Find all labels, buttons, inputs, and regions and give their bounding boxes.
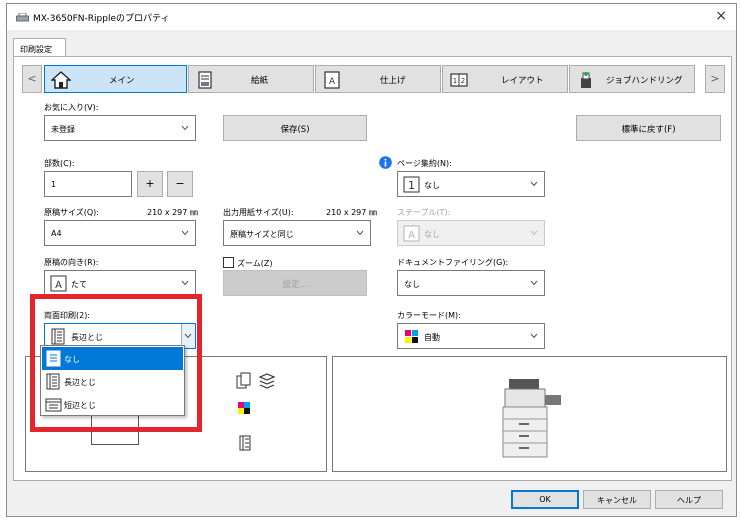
binding-icon [239, 435, 251, 451]
tab-paper-source[interactable]: 給紙 [188, 65, 314, 93]
output-size-select[interactable]: 原稿サイズと同じ [223, 220, 371, 246]
paper-tray-icon [198, 71, 212, 89]
color-auto-icon [405, 330, 418, 343]
zoom-checkbox[interactable] [223, 257, 234, 268]
chevron-down-icon [530, 230, 538, 236]
document-filing-label: ドキュメントファイリング(G): [397, 258, 509, 267]
close-button[interactable]: × [715, 8, 727, 24]
info-icon[interactable] [379, 156, 392, 169]
pages-per-sheet-select[interactable]: 1 なし [397, 171, 545, 197]
staple-icon: A [403, 225, 420, 242]
document-filing-select[interactable]: なし [397, 270, 545, 296]
toolbar-next-button[interactable]: > [705, 65, 725, 93]
svg-text:1: 1 [408, 179, 415, 192]
orientation-label: 原稿の向き(R): [44, 258, 99, 267]
zoom-label: ズーム(Z) [237, 259, 273, 268]
staple-select: A なし [397, 220, 545, 246]
tab-print-settings[interactable]: 印刷設定 [13, 38, 66, 57]
color-mode-select[interactable]: 自動 [397, 323, 545, 349]
chevron-down-icon [181, 230, 189, 236]
output-size-label: 出力用紙サイズ(U): [223, 208, 294, 217]
svg-text:2: 2 [461, 77, 465, 85]
color-mode-label: カラーモード(M): [397, 311, 461, 320]
toolbar-prev-button[interactable]: < [22, 65, 42, 93]
tab-job-handling[interactable]: ジョブハンドリング [569, 65, 695, 93]
favorites-select[interactable]: 未登録 [44, 115, 196, 141]
finishing-icon: A [324, 71, 340, 89]
original-size-dims: 210 x 297 ㎜ [147, 208, 198, 217]
job-handling-icon [581, 72, 591, 88]
original-size-select[interactable]: A4 [44, 220, 196, 246]
favorites-label: お気に入り(V): [44, 103, 99, 112]
color-icon [238, 402, 250, 414]
window-title: MX-3650FN-Rippleのプロパティ [33, 14, 170, 24]
properties-dialog: MX-3650FN-Rippleのプロパティ × 印刷設定 < メイン 給紙 A… [6, 3, 737, 517]
printer-icon [16, 13, 29, 22]
chevron-down-icon [356, 230, 364, 236]
home-icon [51, 71, 71, 89]
copies-input[interactable]: 1 [44, 171, 132, 197]
copies-label: 部数(C): [44, 159, 75, 168]
pages-per-sheet-label: ページ集約(N): [397, 159, 452, 168]
title-bar: MX-3650FN-Rippleのプロパティ × [7, 4, 736, 30]
copies-increment-button[interactable]: + [137, 171, 163, 197]
chevron-down-icon [530, 181, 538, 187]
printer-illustration [502, 379, 561, 458]
layout-icon: 1 2 [450, 73, 468, 87]
chevron-down-icon [530, 280, 538, 286]
save-button[interactable]: 保存(S) [223, 115, 367, 141]
staple-label: ステープル(T): [397, 208, 451, 217]
highlight-box [30, 294, 202, 432]
svg-text:A: A [55, 280, 62, 291]
help-button[interactable]: ヘルプ [655, 490, 723, 509]
svg-text:A: A [408, 230, 415, 241]
svg-text:A: A [329, 77, 336, 87]
svg-text:1: 1 [453, 77, 457, 85]
cancel-button[interactable]: キャンセル [583, 490, 651, 509]
output-size-dims: 210 x 297 ㎜ [326, 208, 377, 217]
zoom-settings-button: 設定... [223, 270, 367, 296]
copy-layers-icon [236, 372, 275, 389]
original-size-label: 原稿サイズ(Q): [44, 208, 99, 217]
portrait-icon: A [50, 275, 67, 292]
orientation-select[interactable]: A たて [44, 270, 196, 296]
tab-layout[interactable]: 1 2 レイアウト [442, 65, 568, 93]
copies-decrement-button[interactable]: − [167, 171, 193, 197]
reset-defaults-button[interactable]: 標準に戻す(F) [576, 115, 721, 141]
chevron-down-icon [181, 125, 189, 131]
ok-button[interactable]: OK [511, 490, 579, 509]
printer-preview-panel [332, 356, 727, 472]
chevron-down-icon [530, 333, 538, 339]
tab-main[interactable]: メイン [44, 65, 187, 93]
pages-per-sheet-icon: 1 [403, 176, 420, 193]
tab-finishing[interactable]: A 仕上げ [315, 65, 441, 93]
chevron-down-icon [181, 280, 189, 286]
